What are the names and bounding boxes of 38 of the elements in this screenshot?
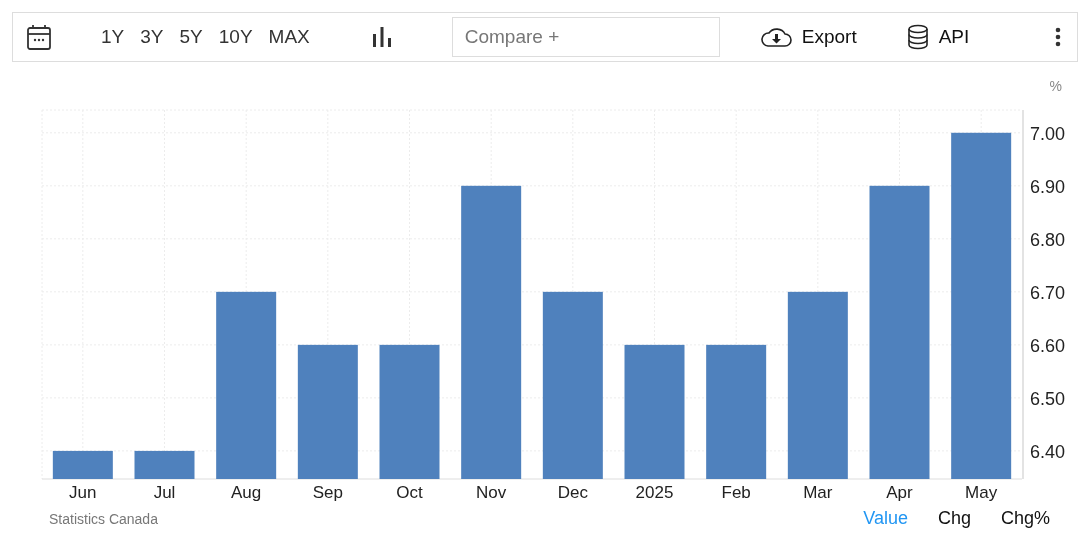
axis-category-label: Jun xyxy=(69,483,97,502)
axis-category-label: 2025 xyxy=(635,483,674,502)
calendar-icon[interactable] xyxy=(27,24,51,50)
bar xyxy=(134,450,195,479)
axis-category-label: Oct xyxy=(396,483,423,502)
axis-tick-label: 6.80 xyxy=(1030,229,1066,250)
mode-tab[interactable]: Chg% xyxy=(992,508,1058,529)
axis-category-label: Sep xyxy=(312,483,343,502)
axis-category-label: Aug xyxy=(231,483,262,502)
axis-tick-label: 6.40 xyxy=(1030,441,1066,462)
axis-category-label: Feb xyxy=(721,483,751,502)
range-button[interactable]: 3Y xyxy=(134,24,170,50)
unit-label: % xyxy=(1049,78,1062,94)
bar xyxy=(52,450,113,479)
axis-tick-label: 7.00 xyxy=(1030,123,1066,144)
range-button[interactable]: 5Y xyxy=(173,24,209,50)
axis-tick-label: 6.70 xyxy=(1030,282,1066,303)
compare-field[interactable]: Compare + xyxy=(451,17,720,57)
axis-category-label: Apr xyxy=(886,483,913,502)
database-icon xyxy=(906,24,929,50)
api-button[interactable]: API xyxy=(906,24,970,50)
axis-tick-label: 6.50 xyxy=(1030,388,1066,409)
source-label: Statistics Canada xyxy=(49,510,158,527)
more-icon[interactable] xyxy=(1055,27,1061,47)
axis-category-label: Mar xyxy=(803,483,833,502)
range-button[interactable]: 1Y xyxy=(95,24,131,50)
axis-tick-label: 6.60 xyxy=(1030,335,1066,356)
axis-category-label: Dec xyxy=(557,483,588,502)
axis-category-label: May xyxy=(965,483,998,502)
export-button[interactable]: Export xyxy=(759,26,857,48)
axis-category-label: Nov xyxy=(476,483,507,502)
bar-chart-icon[interactable] xyxy=(371,27,392,47)
range-button[interactable]: MAX xyxy=(262,24,316,50)
mode-tab[interactable]: Chg xyxy=(929,508,979,529)
range-button[interactable]: 10Y xyxy=(212,24,259,50)
axis-tick-label: 6.90 xyxy=(1030,176,1066,197)
cloud-download-icon xyxy=(759,26,792,48)
axis-category-label: Jul xyxy=(153,483,176,502)
